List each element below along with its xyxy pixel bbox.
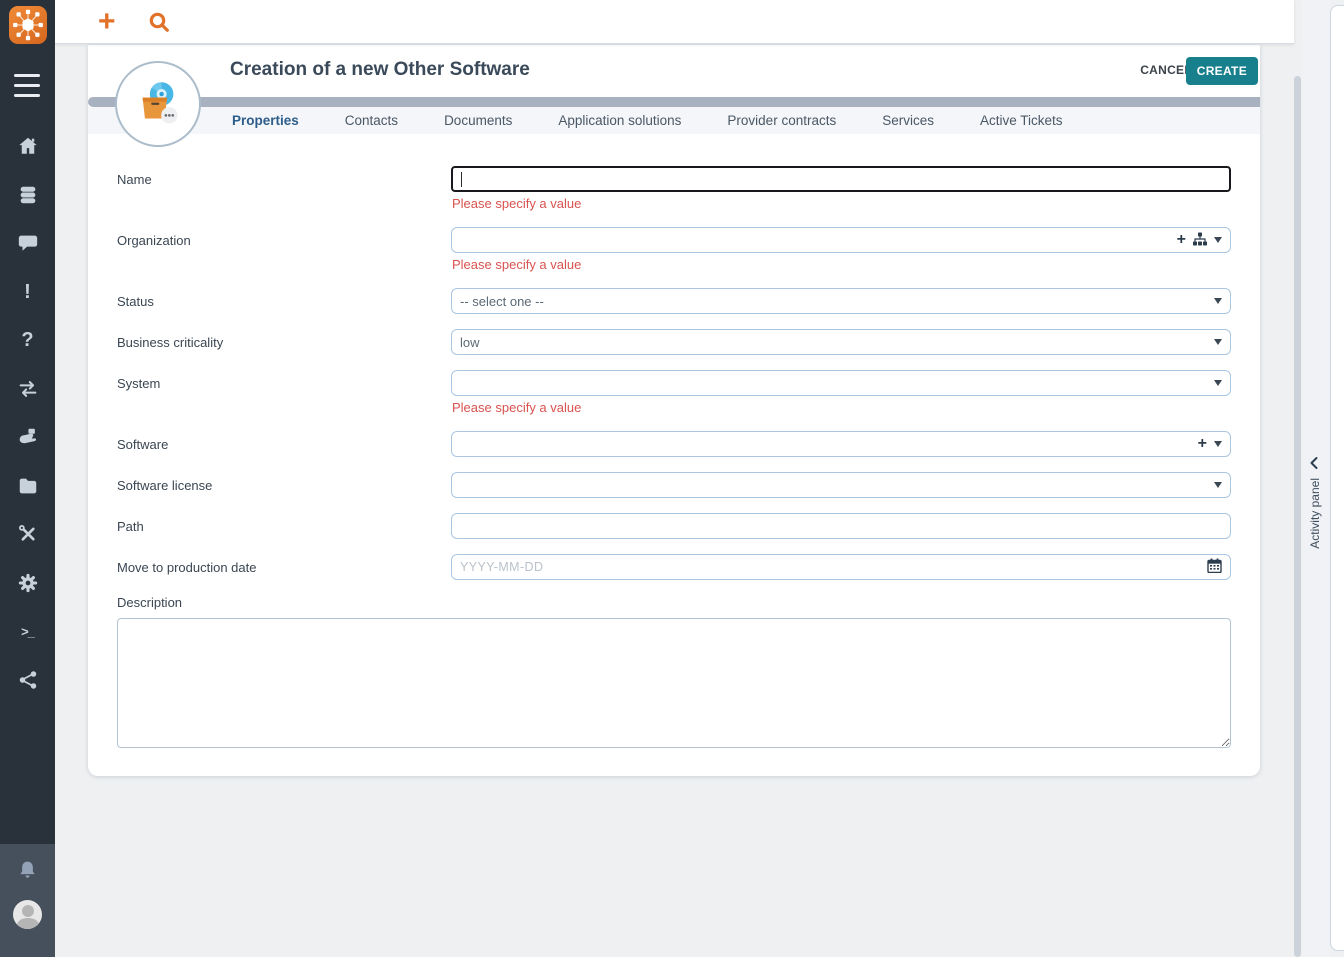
hierarchy-icon[interactable] — [1193, 232, 1207, 249]
system-select[interactable] — [451, 370, 1231, 396]
gear-icon[interactable] — [16, 571, 40, 595]
field-label-name: Name — [117, 166, 451, 212]
status-select[interactable]: -- select one -- — [451, 288, 1231, 314]
move-to-production-date-input[interactable]: YYYY-MM-DD — [451, 554, 1231, 580]
field-label-software: Software — [117, 431, 451, 457]
field-label-path: Path — [117, 513, 451, 539]
home-icon[interactable] — [16, 134, 40, 158]
field-label-status: Status — [117, 288, 451, 314]
search-icon[interactable] — [147, 10, 171, 34]
caret-down-icon[interactable] — [1214, 380, 1222, 386]
sidebar-nav: ! ? >_ — [0, 134, 55, 716]
path-input[interactable] — [451, 513, 1231, 539]
form-row-software: Software + — [117, 431, 1231, 457]
text-cursor — [461, 172, 462, 187]
validation-error-organization: Please specify a value — [451, 253, 1231, 273]
caret-down-icon[interactable] — [1214, 482, 1222, 488]
caret-down-icon[interactable] — [1214, 441, 1222, 447]
field-label-business-criticality: Business criticality — [117, 329, 451, 355]
field-label-organization: Organization — [117, 227, 451, 273]
calendar-icon[interactable] — [1207, 558, 1222, 576]
tab-active-tickets[interactable]: Active Tickets — [957, 107, 1086, 134]
add-software-icon[interactable]: + — [1198, 436, 1207, 452]
description-textarea[interactable] — [117, 618, 1231, 748]
create-button[interactable]: CREATE — [1186, 57, 1258, 85]
form-row-description: Description — [117, 595, 1231, 753]
caret-down-icon[interactable] — [1214, 237, 1222, 243]
organization-input[interactable]: + — [451, 227, 1231, 253]
business-criticality-select[interactable]: low — [451, 329, 1231, 355]
tab-properties[interactable]: Properties — [209, 107, 322, 134]
transfer-arrows-icon[interactable] — [16, 377, 40, 401]
form-row-move-to-production-date: Move to production date YYYY-MM-DD — [117, 554, 1231, 580]
software-input[interactable]: + — [451, 431, 1231, 457]
date-placeholder: YYYY-MM-DD — [460, 560, 543, 574]
notifications-bell-icon[interactable] — [16, 859, 39, 882]
name-input[interactable] — [451, 166, 1231, 192]
tab-contacts[interactable]: Contacts — [322, 107, 421, 134]
sidebar: ! ? >_ — [0, 0, 55, 957]
field-label-move-to-production-date: Move to production date — [117, 554, 451, 580]
form-row-business-criticality: Business criticality low — [117, 329, 1231, 355]
object-creation-card: Creation of a new Other Software CANCEL … — [88, 45, 1260, 776]
activity-panel-expand-icon[interactable] — [1307, 456, 1321, 470]
validation-error-system: Please specify a value — [451, 396, 1231, 416]
help-icon[interactable]: ? — [16, 328, 40, 352]
alert-icon[interactable]: ! — [16, 280, 40, 304]
cancel-button[interactable]: CANCEL — [1140, 63, 1192, 77]
caret-down-icon[interactable] — [1214, 339, 1222, 345]
share-icon[interactable] — [16, 668, 40, 692]
form-row-name: Name Please specify a value — [117, 166, 1231, 212]
itop-logo[interactable] — [9, 6, 47, 44]
console-icon[interactable]: >_ — [16, 619, 40, 643]
user-avatar[interactable] — [13, 900, 42, 929]
tab-strip-bar — [88, 97, 1260, 107]
form-row-status: Status -- select one -- — [117, 288, 1231, 314]
field-label-software-license: Software license — [117, 472, 451, 498]
quick-create-icon[interactable]: + — [98, 1, 116, 43]
field-label-description: Description — [117, 595, 1231, 610]
itop-logo-icon — [11, 8, 45, 42]
caret-down-icon[interactable] — [1214, 298, 1222, 304]
form-row-path: Path — [117, 513, 1231, 539]
database-icon[interactable] — [16, 183, 40, 207]
form-row-software-license: Software license — [117, 472, 1231, 498]
folder-icon[interactable] — [16, 474, 40, 498]
add-organization-icon[interactable]: + — [1177, 232, 1186, 248]
tabs-row: Properties Contacts Documents Applicatio… — [88, 107, 1260, 134]
field-label-system: System — [117, 370, 451, 416]
properties-form: Name Please specify a value Organization… — [88, 134, 1260, 753]
chat-icon[interactable] — [16, 231, 40, 255]
helping-hand-icon[interactable] — [16, 425, 40, 449]
form-row-organization: Organization + Please specify a value — [117, 227, 1231, 273]
validation-error-name: Please specify a value — [451, 192, 1231, 212]
topbar: + — [55, 0, 1294, 44]
tab-documents[interactable]: Documents — [421, 107, 535, 134]
status-selected-value: -- select one -- — [460, 294, 544, 309]
form-row-system: System Please specify a value — [117, 370, 1231, 416]
activity-panel-label[interactable]: Activity panel — [1308, 478, 1322, 549]
software-license-select[interactable] — [451, 472, 1231, 498]
vertical-scrollbar[interactable] — [1294, 76, 1301, 957]
activity-panel-card — [1330, 5, 1344, 951]
tab-application-solutions[interactable]: Application solutions — [535, 107, 704, 134]
other-software-icon — [129, 75, 187, 133]
sidebar-footer — [0, 844, 55, 957]
business-criticality-selected-value: low — [460, 335, 480, 350]
page-title: Creation of a new Other Software — [230, 59, 530, 81]
class-icon-badge — [115, 61, 201, 147]
tab-provider-contracts[interactable]: Provider contracts — [704, 107, 859, 134]
tools-icon[interactable] — [16, 522, 40, 546]
menu-toggle-icon[interactable] — [14, 74, 40, 104]
tab-services[interactable]: Services — [859, 107, 957, 134]
card-header: Creation of a new Other Software CANCEL … — [88, 45, 1260, 97]
